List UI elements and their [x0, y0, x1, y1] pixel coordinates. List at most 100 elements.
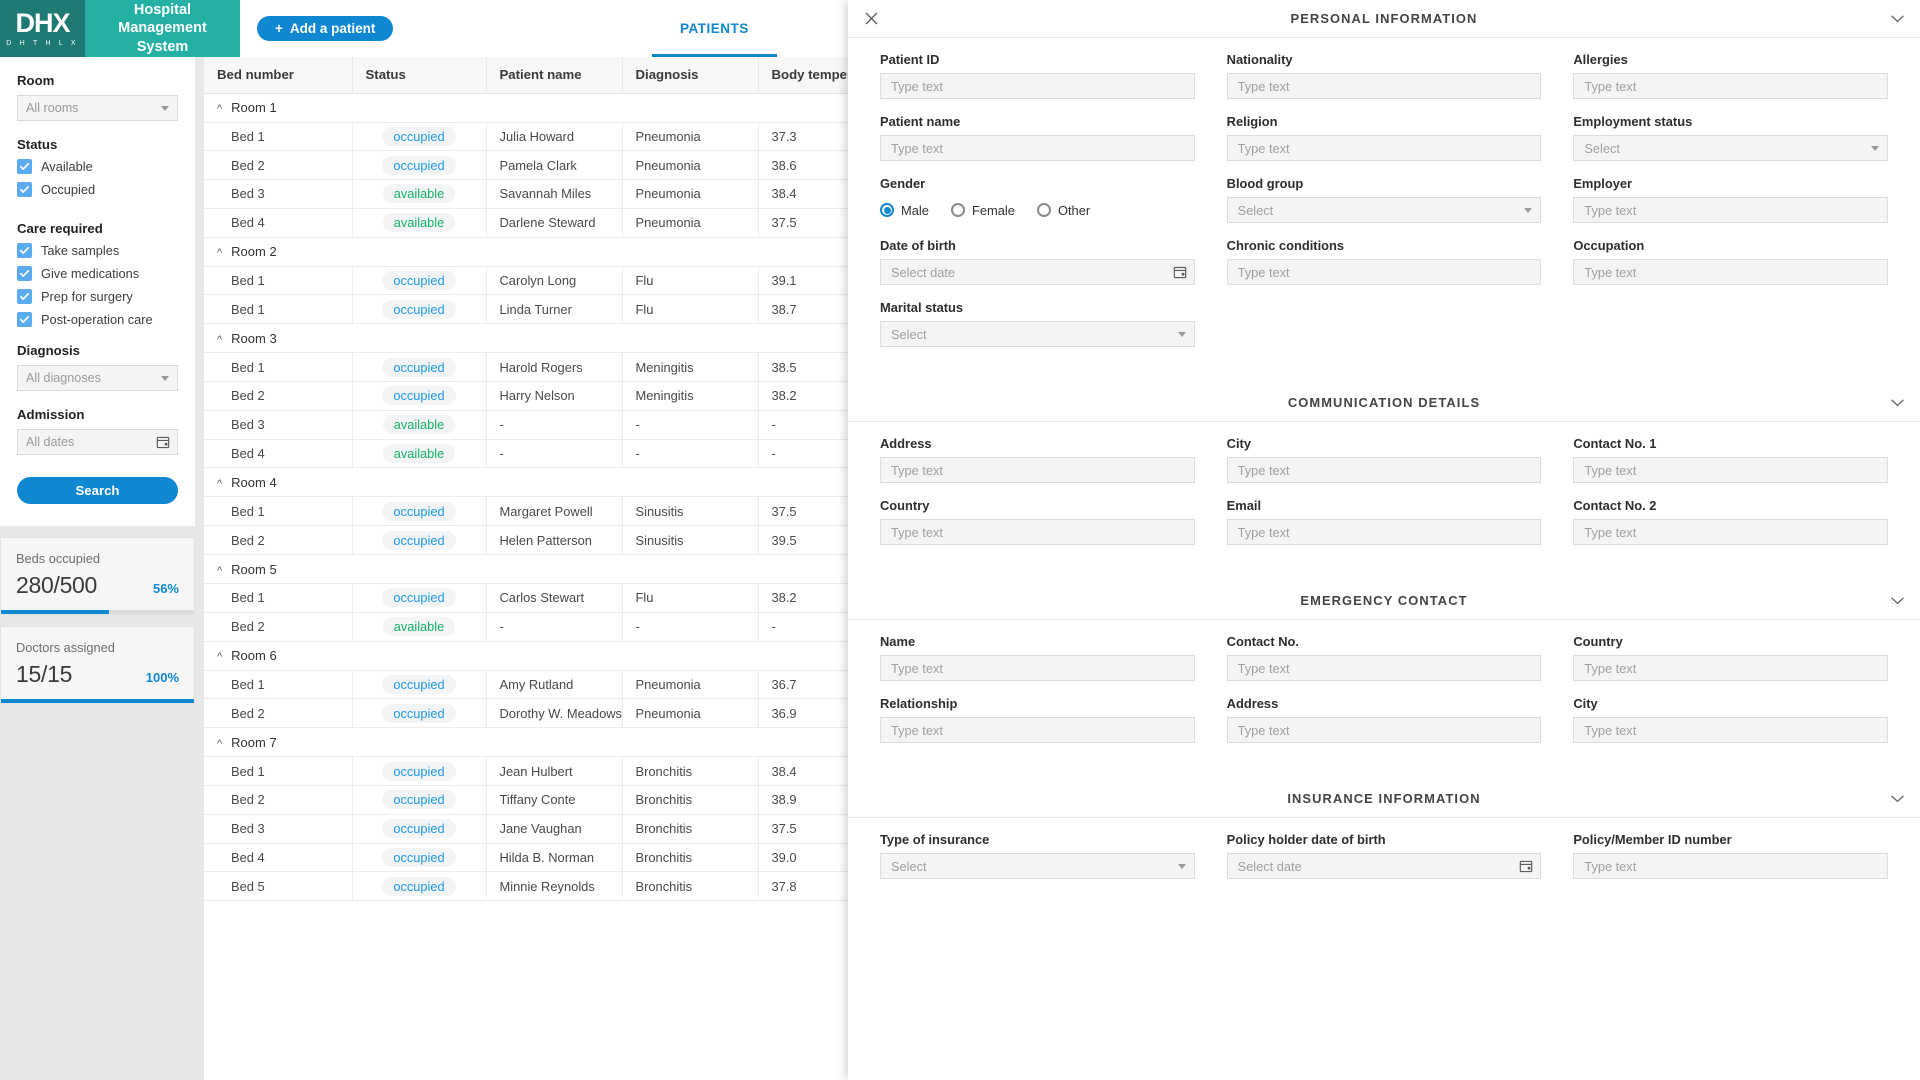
room-select[interactable]: All rooms	[17, 95, 178, 121]
diagnosis-select[interactable]: All diagnoses	[17, 365, 178, 391]
admission-date-input[interactable]: All dates	[17, 429, 178, 455]
date-input-policy-holder-date-of-birth[interactable]: Select date	[1226, 853, 1542, 879]
stat-doctors-percent: 100%	[145, 670, 179, 685]
select-blood-group[interactable]: Select	[1226, 197, 1542, 223]
input-religion[interactable]: Type text	[1226, 135, 1542, 161]
field-name: Name Type text	[880, 634, 1195, 681]
select-marital-status[interactable]: Select	[880, 321, 1195, 347]
select-employment-status[interactable]: Select	[1573, 135, 1888, 161]
cell-patient-name: Jean Hulbert	[486, 756, 623, 787]
status-checkbox-group: Available Occupied	[17, 159, 178, 205]
input-occupation[interactable]: Type text	[1573, 259, 1888, 285]
add-patient-button[interactable]: + Add a patient	[257, 16, 394, 41]
stat-doctors-value: 15/15	[16, 661, 73, 687]
column-header-status[interactable]: Status	[352, 57, 487, 94]
field-label-policy-holder-date-of-birth: Policy holder date of birth	[1226, 832, 1386, 847]
checkbox-prep-for-surgery[interactable]: Prep for surgery	[17, 289, 178, 304]
input-country[interactable]: Type text	[880, 519, 1195, 545]
input-employer[interactable]: Type text	[1573, 197, 1888, 223]
input-address[interactable]: Type text	[880, 457, 1195, 483]
chevron-up-icon: ^	[217, 737, 223, 750]
section-header-communication-details[interactable]: COMMUNICATION DETAILS	[848, 384, 1920, 422]
field-type-of-insurance: Type of insurance Select	[880, 832, 1195, 879]
date-input-date-of-birth[interactable]: Select date	[880, 259, 1195, 285]
chevron-down-icon[interactable]	[1891, 11, 1904, 26]
input-contact-no-2[interactable]: Type text	[1573, 519, 1888, 545]
section-header-insurance-information[interactable]: INSURANCE INFORMATION	[848, 780, 1920, 818]
checkbox-available[interactable]: Available	[17, 159, 93, 174]
cell-status: occupied	[352, 698, 487, 729]
input-country[interactable]: Type text	[1573, 655, 1888, 681]
checkbox-post-operation-care[interactable]: Post-operation care	[17, 312, 178, 327]
status-badge: occupied	[382, 790, 456, 810]
cell-bed-number: Bed 1	[204, 122, 353, 152]
radio-dot-icon	[950, 203, 965, 217]
field-label-allergies: Allergies	[1573, 52, 1628, 67]
select-type-of-insurance[interactable]: Select	[880, 853, 1195, 879]
cell-status: available	[352, 612, 487, 642]
tab-patients[interactable]: PATIENTS	[652, 0, 777, 57]
cell-status: occupied	[352, 670, 487, 700]
input-policy-member-id-number[interactable]: Type text	[1573, 853, 1888, 879]
cell-diagnosis: Bronchitis	[622, 843, 759, 873]
input-contact-no-1[interactable]: Type text	[1573, 457, 1888, 483]
input-contact-no[interactable]: Type text	[1226, 655, 1542, 681]
input-allergies[interactable]: Type text	[1573, 73, 1888, 99]
field-date-of-birth: Date of birth Select date	[880, 238, 1195, 285]
cell-diagnosis: Meningitis	[622, 352, 759, 383]
input-city[interactable]: Type text	[1573, 717, 1888, 743]
status-badge: available	[382, 444, 456, 464]
chevron-down-icon[interactable]	[1891, 593, 1904, 608]
stat-card-beds: Beds occupied 280/500 56%	[0, 537, 195, 615]
input-nationality[interactable]: Type text	[1226, 73, 1542, 99]
cell-diagnosis: Pneumonia	[622, 208, 759, 238]
close-icon[interactable]	[860, 8, 882, 30]
calendar-icon[interactable]	[1173, 265, 1187, 282]
column-header-bed-number[interactable]: Bed number	[204, 57, 353, 94]
input-patient-id[interactable]: Type text	[880, 73, 1195, 99]
input-name[interactable]: Type text	[880, 655, 1195, 681]
status-badge: occupied	[382, 876, 456, 896]
cell-bed-number: Bed 2	[204, 612, 353, 642]
column-header-patient-name[interactable]: Patient name	[486, 57, 623, 94]
input-email[interactable]: Type text	[1226, 519, 1542, 545]
checkbox-give-medications[interactable]: Give medications	[17, 266, 178, 281]
status-badge: available	[382, 213, 456, 233]
input-patient-name[interactable]: Type text	[880, 135, 1195, 161]
checkbox-available-label: Available	[41, 159, 93, 174]
input-city[interactable]: Type text	[1226, 457, 1542, 483]
cell-patient-name: Julia Howard	[486, 122, 623, 152]
input-relationship[interactable]: Type text	[880, 717, 1195, 743]
radio-other[interactable]: Other	[1036, 203, 1090, 218]
cell-diagnosis: -	[622, 439, 759, 469]
field-policy-holder-date-of-birth: Policy holder date of birth Select date	[1226, 832, 1542, 879]
chevron-down-icon[interactable]	[1891, 395, 1904, 410]
chevron-down-icon[interactable]	[1891, 791, 1904, 806]
column-header-diagnosis[interactable]: Diagnosis	[622, 57, 759, 94]
section-header-emergency-contact[interactable]: EMERGENCY CONTACT	[848, 582, 1920, 620]
checkbox-take-samples[interactable]: Take samples	[17, 243, 178, 258]
calendar-icon[interactable]	[1519, 859, 1533, 876]
field-label-gender: Gender	[880, 176, 926, 191]
field-email: Email Type text	[1226, 498, 1542, 545]
field-policy-member-id-number: Policy/Member ID number Type text	[1573, 832, 1888, 879]
tab-patients-label: PATIENTS	[680, 21, 749, 36]
chevron-down-icon	[161, 375, 169, 381]
input-chronic-conditions[interactable]: Type text	[1226, 259, 1542, 285]
radio-male[interactable]: Male	[880, 203, 929, 218]
cell-patient-name: Minnie Reynolds	[486, 871, 623, 902]
field-country: Country Type text	[880, 498, 1195, 545]
placeholder-text: Select date	[1237, 858, 1302, 874]
status-badge: occupied	[382, 357, 456, 377]
field-occupation: Occupation Type text	[1573, 238, 1888, 285]
radio-female[interactable]: Female	[950, 203, 1015, 218]
field-label-address: Address	[880, 436, 932, 451]
checkbox-occupied[interactable]: Occupied	[17, 182, 95, 197]
room-group-label: Room 1	[231, 100, 277, 115]
search-button[interactable]: Search	[17, 477, 178, 504]
cell-status: occupied	[352, 352, 487, 383]
placeholder-text: Select	[891, 858, 927, 874]
input-address[interactable]: Type text	[1226, 717, 1542, 743]
section-header-personal-information[interactable]: PERSONAL INFORMATION	[848, 0, 1920, 38]
cell-status: available	[352, 439, 487, 469]
